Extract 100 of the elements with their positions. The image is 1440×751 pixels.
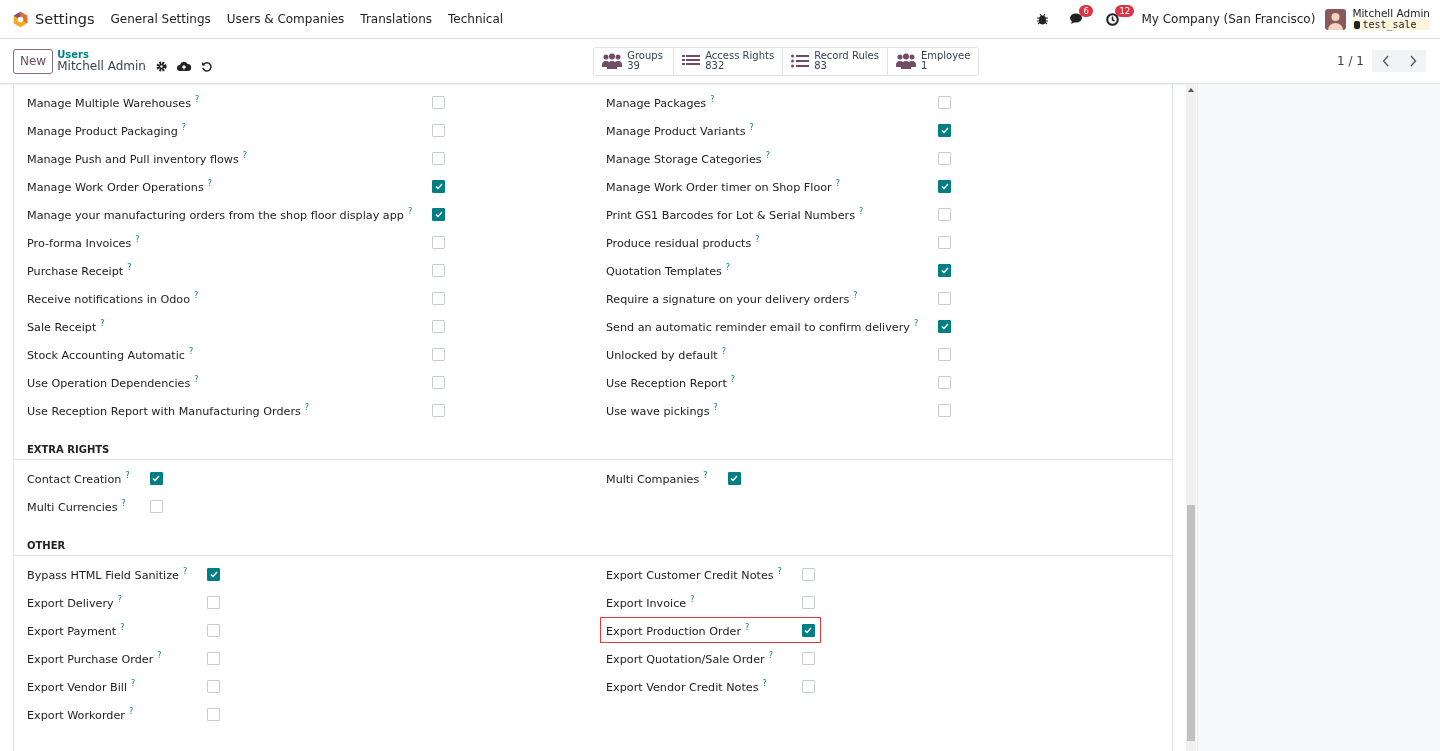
- help-tooltip-mark[interactable]: ?: [721, 346, 726, 356]
- checkbox[interactable]: [938, 263, 952, 277]
- undo-icon[interactable]: [200, 61, 212, 72]
- bug-icon[interactable]: [1037, 13, 1049, 25]
- app-title[interactable]: Settings: [35, 11, 95, 27]
- checkbox[interactable]: [149, 499, 163, 513]
- chat-icon[interactable]: [1070, 13, 1085, 25]
- checkbox[interactable]: [938, 375, 952, 389]
- checkbox[interactable]: [938, 291, 952, 305]
- checkbox[interactable]: [801, 651, 815, 665]
- help-tooltip-mark[interactable]: ?: [710, 94, 715, 104]
- help-tooltip-mark[interactable]: ?: [117, 594, 122, 604]
- checkbox[interactable]: [432, 95, 446, 109]
- menu-item[interactable]: General Settings: [110, 12, 211, 26]
- help-tooltip-mark[interactable]: ?: [725, 262, 731, 272]
- checkbox[interactable]: [432, 403, 446, 417]
- menu-item[interactable]: Translations: [360, 12, 432, 26]
- help-tooltip-mark[interactable]: ?: [777, 566, 782, 576]
- company-switcher[interactable]: My Company (San Francisco): [1141, 12, 1316, 26]
- help-tooltip-mark[interactable]: ?: [195, 94, 200, 104]
- help-tooltip-mark[interactable]: ?: [713, 402, 718, 412]
- help-tooltip-mark[interactable]: ?: [703, 470, 708, 480]
- help-tooltip-mark[interactable]: ?: [127, 262, 132, 272]
- checkbox[interactable]: [432, 263, 446, 277]
- help-tooltip-mark[interactable]: ?: [128, 706, 134, 716]
- app-logo-icon[interactable]: [12, 10, 29, 28]
- new-button[interactable]: New: [13, 48, 54, 74]
- help-tooltip-mark[interactable]: ?: [188, 346, 194, 356]
- checkbox[interactable]: [938, 319, 952, 333]
- clock-icon[interactable]: [1106, 12, 1120, 26]
- help-tooltip-mark[interactable]: ?: [835, 178, 840, 188]
- help-tooltip-mark[interactable]: ?: [181, 122, 187, 132]
- checkbox[interactable]: [207, 651, 221, 665]
- checkbox[interactable]: [801, 679, 815, 693]
- help-tooltip-mark[interactable]: ?: [131, 678, 136, 688]
- checkbox[interactable]: [207, 567, 221, 581]
- checkbox[interactable]: [207, 679, 221, 693]
- help-tooltip-mark[interactable]: ?: [730, 374, 736, 384]
- help-tooltip-mark[interactable]: ?: [859, 206, 864, 216]
- help-tooltip-mark[interactable]: ?: [120, 622, 125, 632]
- checkbox[interactable]: [432, 347, 446, 361]
- checkbox[interactable]: [207, 707, 221, 721]
- help-tooltip-mark[interactable]: ?: [125, 470, 130, 480]
- help-tooltip-mark[interactable]: ?: [182, 566, 188, 576]
- checkbox[interactable]: [149, 471, 163, 485]
- user-name[interactable]: Mitchell Admin: [1352, 7, 1430, 20]
- checkbox[interactable]: [432, 291, 446, 305]
- setting-label: Manage your manufacturing orders from the shop floor display app $^{?}$: [27, 206, 413, 222]
- checkbox[interactable]: [432, 151, 446, 165]
- avatar[interactable]: [1325, 8, 1347, 30]
- scrollbar[interactable]: [1186, 84, 1196, 751]
- scroll-up-arrow-icon[interactable]: [1188, 88, 1194, 92]
- help-tooltip-mark[interactable]: ?: [762, 678, 767, 688]
- checkbox[interactable]: [801, 623, 815, 637]
- checkbox[interactable]: [938, 403, 952, 417]
- smart-button[interactable]: Groups 39: [594, 47, 675, 75]
- help-tooltip-mark[interactable]: ?: [135, 234, 140, 244]
- checkbox[interactable]: [432, 235, 446, 249]
- checkbox[interactable]: [801, 595, 815, 609]
- checkbox[interactable]: [938, 207, 952, 221]
- help-tooltip-mark[interactable]: ?: [304, 402, 310, 412]
- help-tooltip-mark[interactable]: ?: [765, 150, 770, 160]
- help-tooltip-mark[interactable]: ?: [194, 374, 199, 384]
- checkbox[interactable]: [938, 179, 952, 193]
- help-tooltip-mark[interactable]: ?: [157, 650, 162, 660]
- previous-button[interactable]: [1372, 50, 1399, 72]
- checkbox[interactable]: [938, 235, 952, 249]
- help-tooltip-mark[interactable]: ?: [768, 650, 773, 660]
- checkbox[interactable]: [801, 567, 815, 581]
- checkbox[interactable]: [727, 471, 741, 485]
- menu-item[interactable]: Users & Companies: [226, 12, 345, 26]
- help-tooltip-mark[interactable]: ?: [755, 234, 760, 244]
- menu-item[interactable]: Technical: [448, 12, 504, 26]
- cloud-upload-icon[interactable]: [176, 61, 191, 72]
- next-button[interactable]: [1399, 50, 1426, 72]
- help-tooltip-mark[interactable]: ?: [749, 122, 754, 132]
- breadcrumb-link[interactable]: Users: [57, 48, 89, 60]
- help-tooltip-mark[interactable]: ?: [242, 150, 248, 160]
- help-tooltip-mark[interactable]: ?: [853, 290, 858, 300]
- checkbox[interactable]: [207, 595, 221, 609]
- gear-icon[interactable]: [155, 61, 167, 72]
- help-tooltip-mark[interactable]: ?: [194, 290, 199, 300]
- checkbox[interactable]: [938, 95, 952, 109]
- help-tooltip-mark[interactable]: ?: [121, 498, 126, 508]
- help-tooltip-mark[interactable]: ?: [207, 178, 212, 188]
- checkbox[interactable]: [432, 123, 446, 137]
- checkbox[interactable]: [938, 151, 952, 165]
- help-tooltip-mark[interactable]: ?: [745, 622, 750, 632]
- checkbox[interactable]: [432, 319, 446, 333]
- help-tooltip-mark[interactable]: ?: [407, 206, 413, 216]
- checkbox[interactable]: [207, 623, 221, 637]
- setting-label: Contact Creation $^{?}$: [27, 470, 130, 486]
- checkbox[interactable]: [938, 347, 952, 361]
- checkbox[interactable]: [432, 375, 446, 389]
- help-tooltip-mark[interactable]: ?: [690, 594, 695, 604]
- checkbox[interactable]: [938, 123, 952, 137]
- help-tooltip-mark[interactable]: ?: [913, 318, 919, 328]
- checkbox[interactable]: [432, 207, 446, 221]
- checkbox[interactable]: [432, 179, 446, 193]
- help-tooltip-mark[interactable]: ?: [100, 318, 105, 328]
